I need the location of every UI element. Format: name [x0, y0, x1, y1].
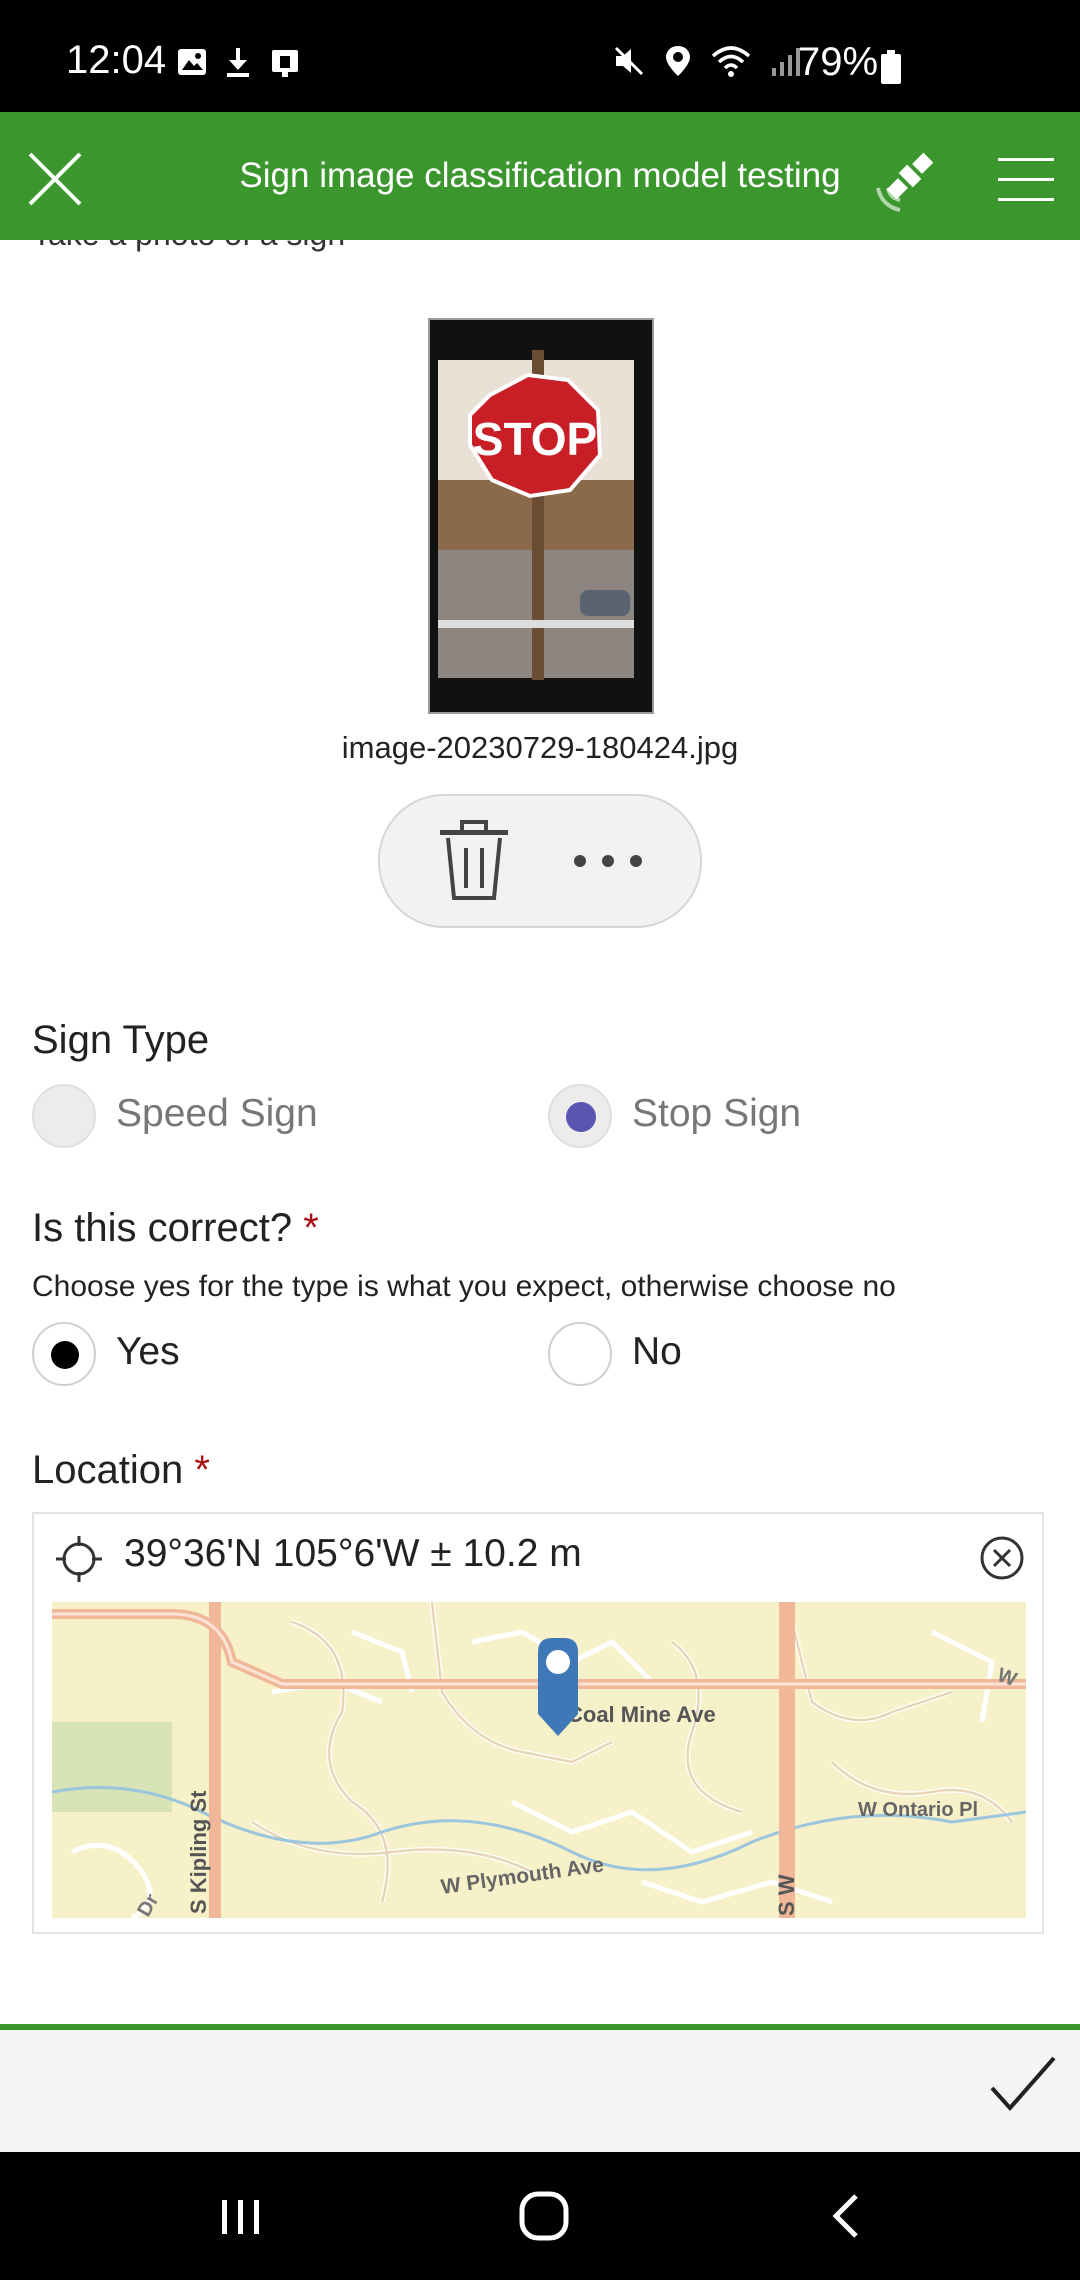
radio-yes[interactable] — [32, 1322, 96, 1386]
image-icon — [178, 49, 206, 75]
correct-option-no[interactable]: No — [548, 1320, 1008, 1388]
option-label-no: No — [632, 1330, 682, 1373]
submit-button[interactable] — [986, 2048, 1060, 2118]
status-icons-right — [612, 44, 804, 78]
recents-button[interactable] — [210, 2186, 272, 2246]
sign-type-option-stop[interactable]: Stop Sign — [548, 1082, 1008, 1150]
back-icon — [832, 2194, 858, 2238]
header-layer: Sign image classification model testing — [0, 112, 1080, 240]
location-label: Location * — [32, 1448, 210, 1493]
correct-question-hint: Choose yes for the type is what you expe… — [32, 1270, 896, 1303]
bottom-bar — [0, 2030, 1080, 2152]
location-coordinates: 39°36'N 105°6'W ± 10.2 m — [124, 1532, 582, 1575]
sign-type-label: Sign Type — [32, 1018, 210, 1062]
required-marker: * — [194, 1448, 210, 1492]
required-marker: * — [303, 1206, 319, 1250]
back-button[interactable] — [818, 2186, 874, 2246]
photo-filename: image-20230729-180424.jpg — [341, 730, 739, 765]
correct-question-text: Is this correct? — [32, 1206, 293, 1250]
status-icons-left — [176, 46, 304, 78]
more-actions-button[interactable] — [566, 836, 650, 886]
photo-actions — [378, 794, 702, 928]
menu-button[interactable] — [996, 152, 1056, 208]
trash-icon — [440, 820, 508, 900]
recents-icon — [222, 2200, 259, 2234]
header-title: Sign image classification model testing — [239, 156, 841, 195]
sign-type-option-speed[interactable]: Speed Sign — [32, 1082, 492, 1150]
correct-question-label: Is this correct? * — [32, 1206, 319, 1251]
clear-location-button[interactable] — [978, 1534, 1026, 1582]
map-label-sw: S W — [774, 1874, 799, 1916]
option-label-yes: Yes — [116, 1330, 180, 1373]
radio-no[interactable] — [548, 1322, 612, 1386]
location-label-text: Location — [32, 1448, 184, 1492]
check-icon — [990, 2056, 1056, 2112]
download-icon — [227, 48, 249, 77]
battery-icon — [881, 50, 901, 84]
close-button[interactable] — [20, 144, 90, 214]
map-label-coal-mine: Coal Mine Ave — [567, 1702, 716, 1727]
device-icon — [272, 50, 298, 77]
radio-stop-sign[interactable] — [548, 1084, 612, 1148]
radio-selected-dot — [566, 1102, 596, 1132]
mute-icon — [614, 46, 644, 76]
satellite-icon — [876, 152, 934, 212]
battery-percent: 79% — [798, 40, 879, 84]
stop-sign-text: STOP — [473, 413, 597, 465]
radio-speed-sign[interactable] — [32, 1084, 96, 1148]
close-icon — [28, 152, 82, 206]
map-label-ontario: W Ontario Pl — [858, 1799, 978, 1821]
map-canvas: Coal Mine Ave S Kipling St W Ontario Pl … — [52, 1602, 1026, 1918]
location-icon — [666, 46, 690, 76]
radio-selected-dot — [51, 1341, 79, 1369]
delete-photo-button[interactable] — [436, 820, 512, 902]
wifi-icon — [711, 46, 751, 77]
more-horizontal-icon — [574, 855, 642, 867]
clear-circle-icon — [980, 1536, 1024, 1580]
status-time: 12:04 — [66, 38, 167, 82]
location-map[interactable]: Coal Mine Ave S Kipling St W Ontario Pl … — [52, 1602, 1026, 1918]
hamburger-menu-icon — [998, 158, 1054, 201]
crosshair-icon — [56, 1536, 102, 1582]
option-label-speed-sign: Speed Sign — [116, 1092, 318, 1135]
gps-button[interactable] — [868, 140, 948, 220]
stop-sign-photo: STOP — [430, 320, 652, 712]
home-button[interactable] — [512, 2184, 576, 2248]
correct-option-yes[interactable]: Yes — [32, 1320, 492, 1388]
option-label-stop-sign: Stop Sign — [632, 1092, 802, 1135]
photo-thumbnail[interactable]: STOP — [428, 318, 654, 714]
map-label-kipling: S Kipling St — [186, 1790, 211, 1914]
home-icon — [519, 2191, 569, 2241]
